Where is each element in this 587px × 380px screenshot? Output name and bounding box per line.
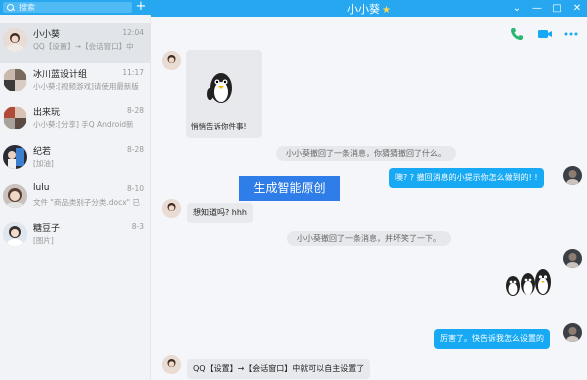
outgoing-message[interactable]: 厉害了。快告诉我怎么设置的 [434,329,550,349]
recall-notice: 小小葵撤回了一条消息，并坏笑了一下。 [287,231,451,246]
avatar [3,106,27,130]
avatar [162,355,181,374]
conversation-time: 11:17 [122,68,144,77]
chat-panel: 小小葵 ★ ⌄ — □ ✕ 悄悄告诉你件事! 小小葵撤回了一条消息，你猜猜撤回了… [151,0,587,380]
avatar [3,184,27,208]
overlay-banner: 生成智能原创 [239,176,340,201]
conversation-item[interactable]: 冰川蓝设计组 11:17 小小葵:[视频游戏]请使用最新版 [0,63,151,101]
menu-chevron-icon[interactable]: ⌄ [507,0,527,17]
avatar [3,145,27,169]
conversation-name: lulu [33,183,50,193]
more-icon[interactable] [563,26,579,42]
outgoing-message[interactable]: 噢? ? 撤回消息的小提示你怎么做到的! ! [389,168,544,188]
penguin-sticker-icon [207,73,232,103]
search-icon [6,3,15,12]
sticker-message[interactable]: 悄悄告诉你件事! [186,50,262,138]
search-placeholder: 搜索 [19,3,35,12]
conversation-item[interactable]: lulu 8-10 文件 "商品类别子分类.docx" 已 [0,179,151,217]
conversation-list: 小小葵 12:04 QQ【设置】→【会话窗口】中 冰川蓝设计组 11:17 小小… [0,23,151,255]
add-button[interactable]: + [134,0,148,14]
avatar [563,166,582,185]
conversation-name: 纪若 [33,147,52,157]
conversation-item[interactable]: 出来玩 8-28 小小葵:[分享] 手Q Android新 [0,101,151,140]
conversation-item[interactable]: 小小葵 12:04 QQ【设置】→【会话窗口】中 [0,23,151,63]
star-icon: ★ [382,5,391,16]
search-input[interactable]: 搜索 [3,2,132,13]
avatar [563,323,582,342]
conversation-preview: [图片] [33,236,54,245]
conversation-preview: [加油] [33,159,54,168]
conversation-item[interactable]: 糖豆子 8-3 [图片] [0,217,151,255]
conversation-name: 冰川蓝设计组 [33,70,88,80]
avatar [3,28,27,52]
avatar [563,249,582,268]
conversation-preview: 文件 "商品类别子分类.docx" 已 [33,198,140,207]
conversation-name: 出来玩 [33,108,61,118]
search-bar: 搜索 + [0,0,151,15]
phone-icon[interactable] [509,26,525,42]
avatar [162,51,181,70]
minimize-button[interactable]: — [527,0,547,17]
conversation-preview: 小小葵:[分享] 手Q Android新 [33,120,134,129]
avatar [3,222,27,246]
penguin-group-sticker-icon[interactable] [503,266,555,300]
incoming-message[interactable]: QQ【设置】→【会话窗口】中就可以自主设置了 [187,359,371,379]
conversation-time: 8-10 [126,184,144,193]
close-button[interactable]: ✕ [567,0,587,17]
conversation-item[interactable]: 纪若 8-28 [加油] [0,140,151,179]
avatar [162,199,181,218]
conversation-time: 8-28 [126,106,144,115]
conversation-preview: 小小葵:[视频游戏]请使用最新版 [33,82,139,91]
video-call-icon[interactable] [537,26,553,42]
conversation-time: 8-28 [126,145,144,154]
conversation-name: 糖豆子 [33,224,61,234]
title-bar: 小小葵 ★ ⌄ — □ ✕ [151,0,587,17]
incoming-message[interactable]: 想知道吗? hhh [187,203,253,223]
avatar [3,68,27,92]
conversation-time: 12:04 [122,28,144,37]
sticker-caption: 悄悄告诉你件事! [191,122,247,131]
recall-notice: 小小葵撤回了一条消息，你猜猜撤回了什么。 [276,146,456,161]
chat-title: 小小葵 [347,3,381,16]
maximize-button[interactable]: □ [547,0,567,17]
conversation-panel: 搜索 + 小小葵 12:04 QQ【设置】→【会话窗口】中 冰川蓝设计组 11:… [0,0,151,380]
qq-chat-window: 搜索 + 小小葵 12:04 QQ【设置】→【会话窗口】中 冰川蓝设计组 11:… [0,0,587,380]
conversation-time: 8-3 [131,222,144,231]
conversation-preview: QQ【设置】→【会话窗口】中 [33,42,134,51]
conversation-name: 小小葵 [33,30,61,40]
